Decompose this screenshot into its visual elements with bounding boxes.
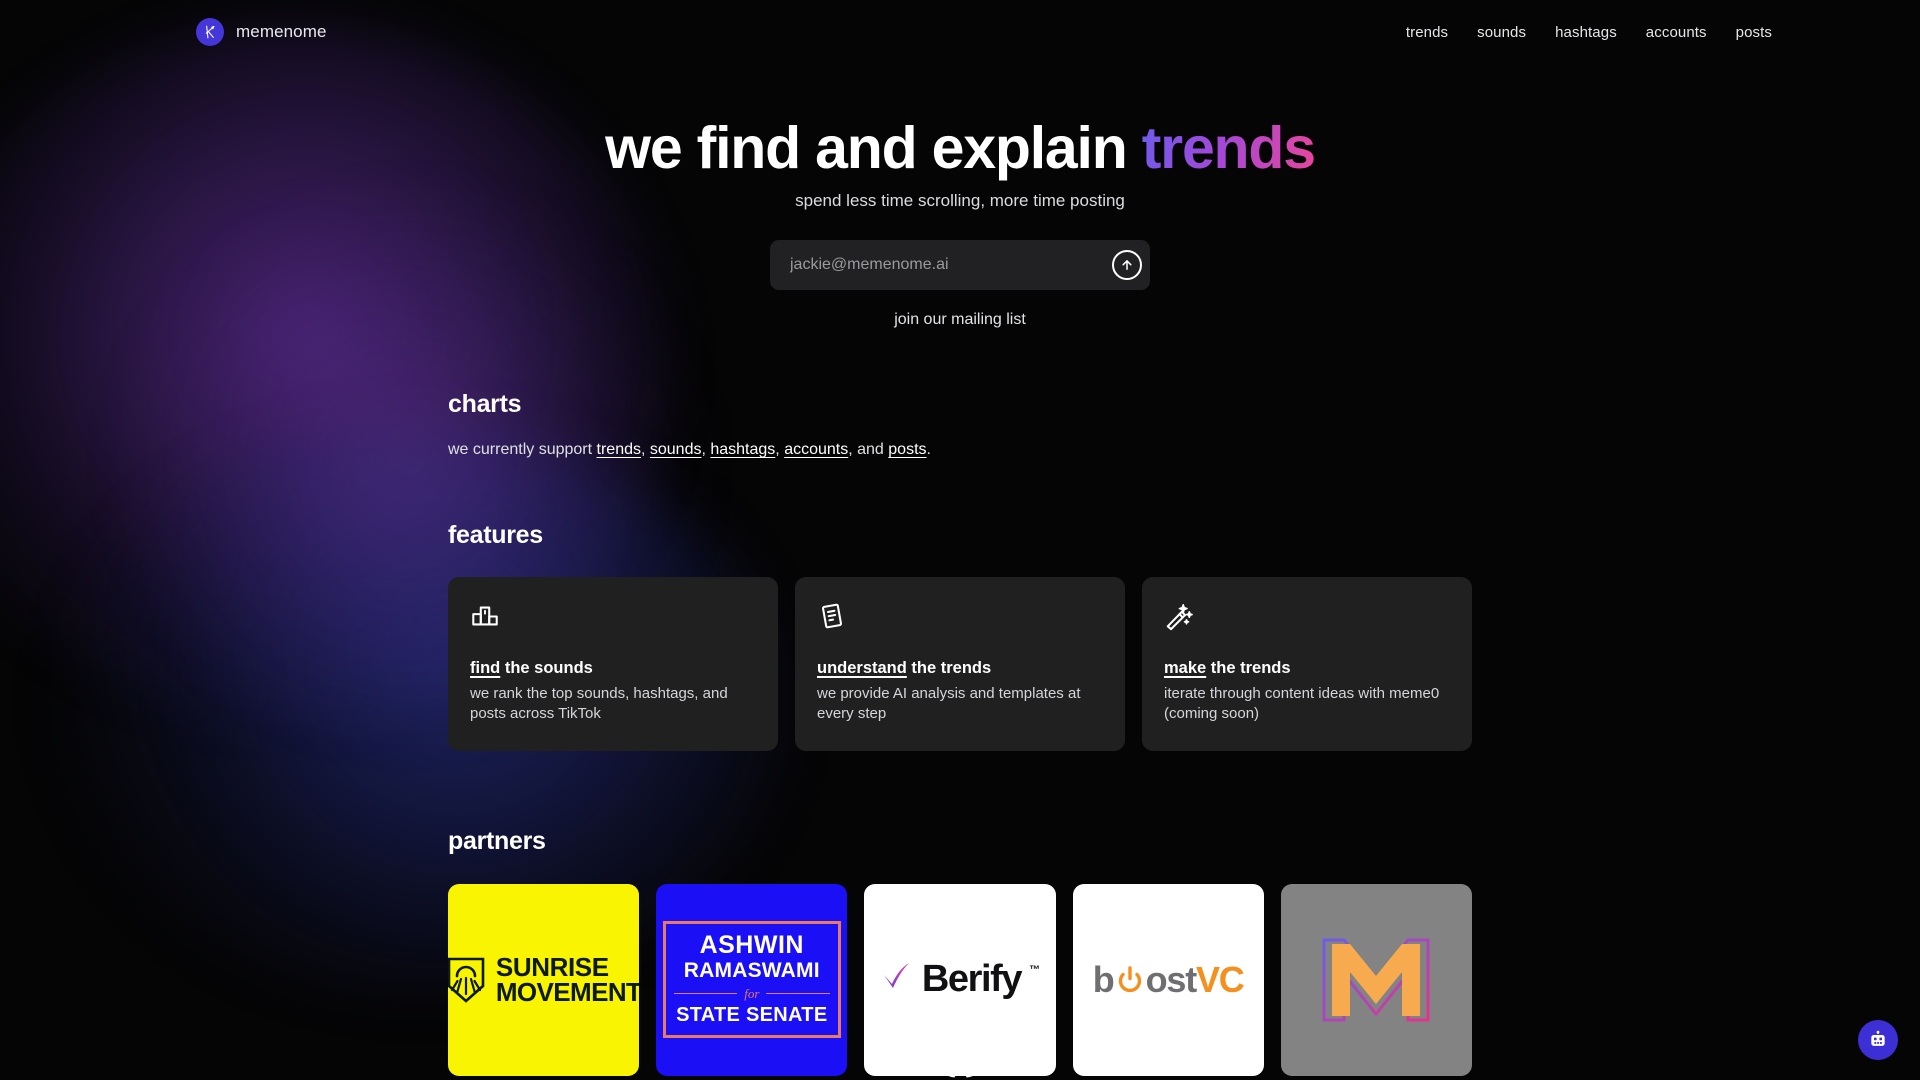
sunrise-shield-icon xyxy=(448,957,485,1003)
charts-link-accounts[interactable]: accounts xyxy=(784,441,848,458)
mailing-list-note: join our mailing list xyxy=(894,310,1026,328)
partner-logos: SUNRISE MOVEMENT ASHWIN RAMASWAMI for ST… xyxy=(448,883,1472,1076)
feature-card-title: find the sounds xyxy=(470,659,756,678)
hero-title-plain: we find and explain xyxy=(605,115,1142,181)
sunrise-line-1: SUNRISE xyxy=(495,952,609,983)
period: . xyxy=(926,441,931,458)
ashwin-divider: for xyxy=(674,987,830,1000)
brand-logo[interactable]: memenome xyxy=(196,18,327,46)
brand-name: memenome xyxy=(236,22,327,41)
hero-subtitle: spend less time scrolling, more time pos… xyxy=(795,190,1125,210)
discord-icon xyxy=(947,1056,974,1078)
sunrise-line-2: MOVEMENT xyxy=(495,976,640,1007)
arrow-up-circle-icon xyxy=(1122,260,1132,270)
feature-card-find[interactable]: find the sounds we rank the top sounds, … xyxy=(448,577,778,751)
feature-card-title: make the trends xyxy=(1164,659,1450,678)
feature-card-title: understand the trends xyxy=(817,659,1103,678)
nav-links: trends sounds hashtags accounts posts xyxy=(1406,24,1772,41)
nav-link-sounds[interactable]: sounds xyxy=(1477,24,1526,41)
submit-email-button[interactable] xyxy=(1112,249,1142,280)
feature-title-rest: the trends xyxy=(906,659,992,677)
chat-widget-button[interactable] xyxy=(1858,1020,1898,1060)
podium-bar-chart-icon xyxy=(470,599,756,633)
feature-card-description: we rank the top sounds, hashtags, and po… xyxy=(470,685,728,723)
partners-heading: partners xyxy=(448,826,546,855)
feature-card-description: we provide AI analysis and templates at … xyxy=(817,685,1081,723)
feature-title-rest: the trends xyxy=(1206,659,1291,677)
magic-wand-sparkles-icon xyxy=(1164,599,1450,633)
sep-1: , xyxy=(640,441,650,458)
ashwin-sign: ASHWIN RAMASWAMI for STATE SENATE xyxy=(662,921,841,1038)
nav-link-accounts[interactable]: accounts xyxy=(1646,24,1707,41)
conj: , and xyxy=(848,441,889,458)
robot-chat-icon xyxy=(1871,1030,1885,1046)
boostvc-part-3: VC xyxy=(1195,958,1245,1000)
nav-link-trends[interactable]: trends xyxy=(1406,24,1448,41)
charts-lead: we currently support xyxy=(448,441,597,458)
boostvc-lockup: b ost VC xyxy=(1092,958,1245,1001)
feature-title-link[interactable]: make xyxy=(1164,659,1206,677)
partner-tile-movement[interactable] xyxy=(1280,883,1472,1076)
memenome-k-mark-icon xyxy=(196,18,224,46)
navbar: memenome trends sounds hashtags accounts… xyxy=(0,0,1920,64)
feature-card-make[interactable]: make the trends iterate through content … xyxy=(1142,577,1472,751)
ashwin-line-4: STATE SENATE xyxy=(676,1004,828,1026)
ashwin-line-2: RAMASWAMI xyxy=(683,959,820,982)
charts-link-trends[interactable]: trends xyxy=(597,441,641,458)
hero-section: we find and explain trends spend less ti… xyxy=(0,115,1920,329)
power-button-icon xyxy=(1118,965,1141,992)
email-input-wrapper xyxy=(770,239,1150,290)
email-field[interactable] xyxy=(790,255,1112,274)
sunrise-wordmark: SUNRISE MOVEMENT xyxy=(495,952,640,1007)
berify-trademark: ™ xyxy=(1029,964,1041,976)
main-content: charts we currently support trends, soun… xyxy=(448,390,1472,1076)
berify-check-icon xyxy=(883,963,909,988)
movement-m-logo-icon xyxy=(1322,938,1430,1021)
charts-link-sounds[interactable]: sounds xyxy=(650,441,702,458)
feature-card-understand[interactable]: understand the trends we provide AI anal… xyxy=(795,577,1125,751)
feature-title-link[interactable]: understand xyxy=(817,659,907,677)
hero-title-accent: trends xyxy=(1141,115,1316,181)
charts-heading: charts xyxy=(448,390,522,418)
feature-card-description: iterate through content ideas with meme0… xyxy=(1164,685,1440,723)
page-root: memenome trends sounds hashtags accounts… xyxy=(0,0,1920,1080)
partner-tile-sunrise-movement[interactable]: SUNRISE MOVEMENT xyxy=(448,883,640,1076)
boostvc-part-2: ost xyxy=(1145,958,1198,1000)
feature-cards: find the sounds we rank the top sounds, … xyxy=(448,577,1472,751)
partner-tile-ashwin-ramaswami[interactable]: ASHWIN RAMASWAMI for STATE SENATE xyxy=(656,883,848,1076)
features-heading: features xyxy=(448,521,543,549)
berify-lockup: Berify ™ xyxy=(880,958,1040,1001)
document-note-icon xyxy=(817,599,1103,633)
charts-link-posts[interactable]: posts xyxy=(888,441,926,458)
berify-wordmark: Berify xyxy=(921,958,1023,1000)
signup-form xyxy=(0,239,1920,290)
ashwin-for-word: for xyxy=(744,986,760,1001)
page-title: we find and explain trends xyxy=(0,115,1920,181)
partner-tile-boostvc[interactable]: b ost VC xyxy=(1072,883,1264,1076)
boostvc-part-1: b xyxy=(1092,958,1115,1000)
charts-link-hashtags[interactable]: hashtags xyxy=(710,441,775,458)
sep-3: , xyxy=(775,441,785,458)
ashwin-line-1: ASHWIN xyxy=(699,931,804,959)
feature-title-link[interactable]: find xyxy=(470,659,500,677)
charts-description: we currently support trends, sounds, has… xyxy=(448,441,1472,459)
nav-link-posts[interactable]: posts xyxy=(1736,24,1772,41)
discord-link[interactable] xyxy=(943,1050,977,1080)
sunrise-lockup: SUNRISE MOVEMENT xyxy=(448,952,640,1007)
nav-link-hashtags[interactable]: hashtags xyxy=(1555,24,1617,41)
feature-title-rest: the sounds xyxy=(500,659,593,677)
partner-tile-berify[interactable]: Berify ™ xyxy=(864,883,1056,1076)
